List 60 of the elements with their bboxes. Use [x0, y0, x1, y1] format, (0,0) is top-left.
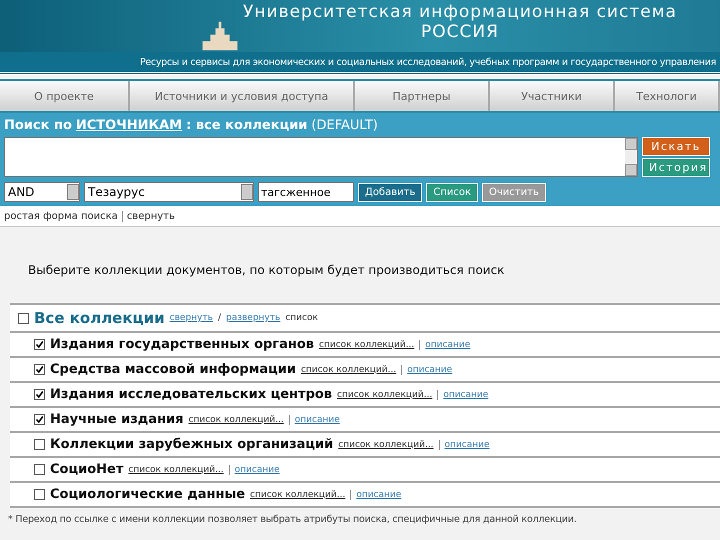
description-link[interactable]: описание: [288, 414, 340, 424]
tagline: Ресурсы и сервисы для экономических и социальных исследований, учебных программ и государственного управления: [0, 52, 720, 75]
collections-list-link[interactable]: список коллекций...: [128, 464, 224, 474]
building-icon: [200, 20, 240, 52]
collections-list-link[interactable]: список коллекций...: [250, 490, 346, 500]
site-title: Университетская информационная система: [243, 2, 677, 22]
description-link[interactable]: описание: [350, 490, 402, 500]
search-button[interactable]: Искать: [642, 137, 710, 156]
nav-tab[interactable]: О проекте: [0, 81, 130, 111]
clear-button[interactable]: Очистить: [482, 182, 546, 202]
collection-label: Социологические данные: [50, 487, 246, 502]
nav-tab[interactable]: Технологи: [615, 81, 720, 111]
search-title: : все коллекции: [186, 118, 308, 132]
expand-link[interactable]: развернуть: [226, 313, 280, 323]
collections-heading: Выберите коллекции документов, по которым будет производиться поиск: [28, 263, 506, 277]
list-button[interactable]: Список: [426, 182, 478, 202]
history-button[interactable]: История: [642, 158, 710, 177]
term-field[interactable]: тагсженное: [258, 182, 354, 202]
collection-label: СоциоНет: [50, 462, 124, 477]
checkbox[interactable]: [34, 414, 45, 425]
add-button[interactable]: Добавить: [358, 182, 422, 202]
nav-tab[interactable]: Партнеры: [355, 81, 490, 111]
query-field[interactable]: [4, 137, 638, 177]
operator-select[interactable]: AND: [4, 182, 80, 202]
default-label: (DEFAULT): [311, 118, 378, 132]
field-select[interactable]: Тезаурус: [84, 182, 254, 202]
list-label: список: [285, 313, 318, 323]
checkbox[interactable]: [34, 489, 45, 500]
collection-label: Научные издания: [50, 412, 184, 427]
checkbox[interactable]: [18, 312, 29, 324]
form-link[interactable]: ростая форма поиска: [0, 210, 122, 222]
collection-label: Коллекции зарубежных организаций: [50, 437, 334, 452]
nav-tab[interactable]: Участники: [490, 81, 615, 111]
collection-label: Издания исследовательских центров: [50, 387, 332, 402]
description-link[interactable]: описание: [228, 464, 280, 474]
collapse-link[interactable]: свернуть: [170, 313, 213, 323]
checkbox[interactable]: [34, 339, 45, 350]
site-subtitle: РОССИЯ: [421, 22, 499, 42]
description-link[interactable]: описание: [438, 440, 490, 450]
collection-label: Издания государственных органов: [50, 337, 314, 352]
checkbox[interactable]: [34, 364, 45, 375]
slash: /: [218, 313, 221, 323]
collection-label: Средства массовой информации: [50, 362, 296, 377]
collections-list-link[interactable]: список коллекций...: [338, 440, 434, 450]
collections-list-link[interactable]: список коллекций...: [319, 340, 414, 350]
collection-label: Все коллекции: [34, 309, 165, 327]
search-title: Поиск по: [4, 118, 72, 132]
footnote: * Переход по ссылке с имени коллекции позволяет выбрать атрибуты поиска, специфичные для данной коллекции.: [8, 514, 578, 525]
collections-list-link[interactable]: список коллекций...: [300, 364, 396, 374]
form-link[interactable]: свернуть: [122, 210, 179, 222]
sources-link[interactable]: ИСТОЧНИКАМ: [76, 118, 182, 132]
nav-tab[interactable]: Источники и условия доступа: [130, 81, 355, 111]
description-link[interactable]: описание: [437, 390, 488, 400]
checkbox[interactable]: [34, 439, 45, 450]
collections-list-link[interactable]: список коллекций...: [188, 414, 284, 424]
description-link[interactable]: описание: [401, 364, 452, 374]
collections-list-link[interactable]: список коллекций...: [337, 390, 432, 400]
checkbox[interactable]: [34, 464, 45, 475]
description-link[interactable]: описание: [419, 340, 470, 350]
checkbox[interactable]: [34, 389, 45, 400]
